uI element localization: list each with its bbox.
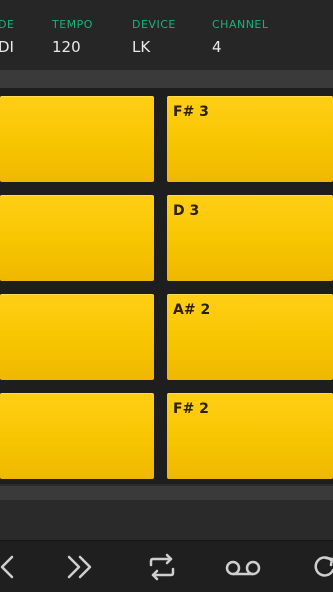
pad-7[interactable] bbox=[0, 393, 154, 479]
pad-6[interactable]: A# 2 bbox=[167, 294, 333, 380]
pad-label: D 3 bbox=[173, 203, 200, 219]
pad-footer-divider bbox=[0, 486, 333, 500]
pad-label: F# 3 bbox=[173, 104, 209, 120]
undo-button[interactable] bbox=[302, 547, 333, 587]
repeat-icon bbox=[149, 553, 175, 581]
tempo-value: 120 bbox=[52, 38, 81, 56]
tempo-group[interactable]: TEMPO 120 bbox=[50, 0, 120, 70]
mode-group[interactable]: DE DI bbox=[0, 0, 40, 70]
pad-4[interactable]: D 3 bbox=[167, 195, 333, 281]
loop-button[interactable] bbox=[140, 547, 184, 587]
channel-value: 4 bbox=[212, 38, 222, 56]
pad-label: F# 2 bbox=[173, 401, 209, 417]
refresh-icon bbox=[314, 556, 333, 577]
voicemail-icon bbox=[225, 560, 261, 576]
pad-grid: F# 3 D 3 A# 2 F# 2 bbox=[0, 88, 333, 484]
channel-group[interactable]: CHANNEL 4 bbox=[210, 0, 290, 70]
bottom-toolbar bbox=[0, 540, 333, 592]
spacer bbox=[0, 500, 333, 540]
pad-3[interactable] bbox=[0, 195, 154, 281]
mode-label: DE bbox=[0, 18, 15, 31]
app-screen: DE DI TEMPO 120 DEVICE LK CHANNEL 4 F# 3… bbox=[0, 0, 333, 592]
status-header: DE DI TEMPO 120 DEVICE LK CHANNEL 4 bbox=[0, 0, 333, 70]
mode-value: DI bbox=[0, 38, 14, 56]
chevron-left-icon bbox=[0, 555, 14, 579]
record-button[interactable] bbox=[221, 547, 265, 587]
pad-label: A# 2 bbox=[173, 302, 211, 318]
pad-2[interactable]: F# 3 bbox=[167, 96, 333, 182]
device-label: DEVICE bbox=[132, 18, 176, 31]
fast-forward-button[interactable] bbox=[58, 547, 102, 587]
previous-button[interactable] bbox=[0, 547, 30, 587]
pad-1[interactable] bbox=[0, 96, 154, 182]
header-divider bbox=[0, 70, 333, 88]
device-value: LK bbox=[132, 38, 151, 56]
device-group[interactable]: DEVICE LK bbox=[130, 0, 200, 70]
pad-8[interactable]: F# 2 bbox=[167, 393, 333, 479]
pad-5[interactable] bbox=[0, 294, 154, 380]
double-chevron-right-icon bbox=[67, 555, 92, 579]
tempo-label: TEMPO bbox=[52, 18, 93, 31]
channel-label: CHANNEL bbox=[212, 18, 269, 31]
